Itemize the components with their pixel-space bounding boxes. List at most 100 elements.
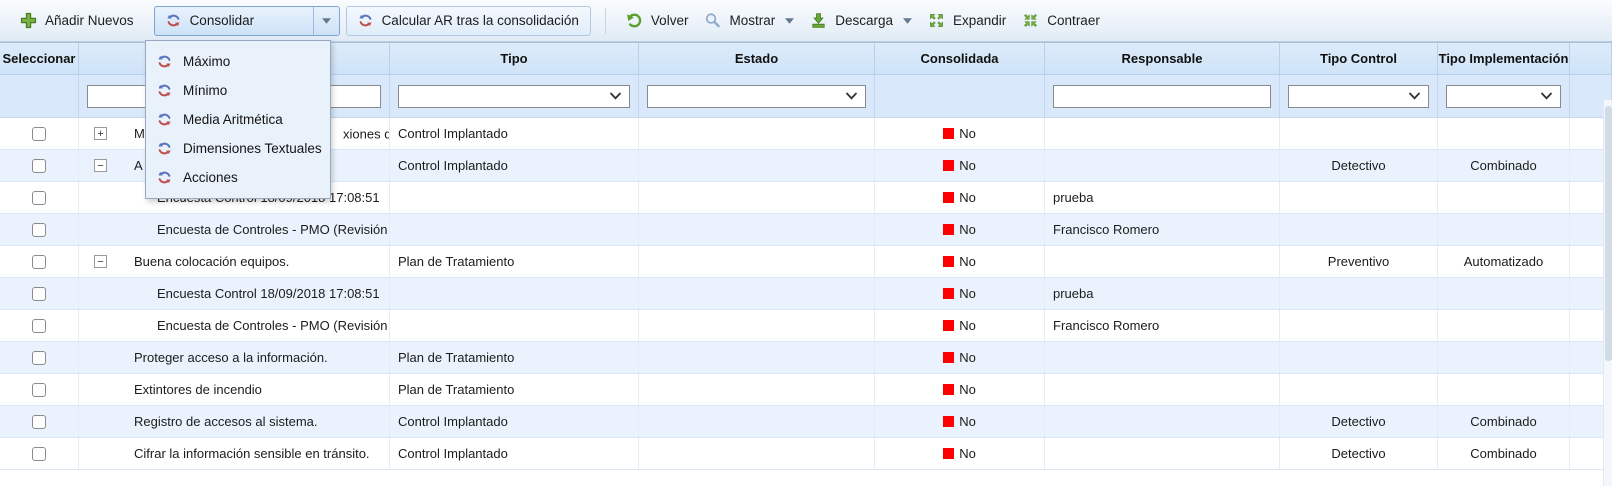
cell-consolidada: No (875, 278, 1045, 309)
download-button[interactable]: Descarga (802, 7, 920, 34)
select-chevron-icon (1540, 92, 1553, 100)
row-name: Extintores de incendio (134, 382, 262, 397)
cell-estado (639, 214, 875, 245)
cell-tipo: Plan de Tratamiento (390, 246, 639, 277)
consolidate-sync-icon (166, 13, 181, 28)
consolidada-value: No (959, 190, 976, 205)
row-checkbox[interactable] (32, 447, 46, 461)
consolidate-menu-item[interactable]: Máximo (146, 47, 330, 76)
expand-toggle[interactable]: − (94, 159, 107, 172)
select-chevron-icon (845, 92, 858, 100)
show-button[interactable]: Mostrar (696, 7, 802, 34)
cell-tipo_control (1280, 182, 1438, 213)
row-checkbox[interactable] (32, 319, 46, 333)
cell-responsable (1045, 374, 1280, 405)
consolidada-indicator (943, 448, 954, 459)
column-header-spacer (1570, 43, 1612, 74)
cell-estado (639, 246, 875, 277)
tipo-value: Plan de Tratamiento (398, 254, 514, 269)
row-name: Encuesta de Controles - PMO (Revisión (157, 318, 387, 333)
cell-consolidada: No (875, 118, 1045, 149)
row-checkbox[interactable] (32, 415, 46, 429)
consolidate-sync-icon (157, 112, 172, 127)
cell-name: Proteger acceso a la información. (79, 342, 390, 373)
row-checkbox[interactable] (32, 223, 46, 237)
cell-estado (639, 342, 875, 373)
consolidada-indicator (943, 416, 954, 427)
tipo_impl-value: Automatizado (1464, 254, 1544, 269)
back-button[interactable]: Volver (618, 7, 697, 34)
toolbar: Añadir Nuevos Consolidar Calcular AR tra… (0, 0, 1612, 42)
tipo_impl-filter-select[interactable] (1446, 85, 1561, 108)
cell-select (0, 438, 79, 469)
consolidate-menu-item[interactable]: Mínimo (146, 76, 330, 105)
calculate-ar-label: Calcular AR tras la consolidación (382, 13, 579, 28)
cell-consolidada: No (875, 406, 1045, 437)
row-checkbox[interactable] (32, 255, 46, 269)
table-row: Cifrar la información sensible en tránsi… (0, 438, 1612, 470)
collapse-button[interactable]: Contraer (1014, 7, 1108, 34)
back-label: Volver (651, 13, 689, 28)
dropdown-arrow-icon (322, 18, 331, 24)
column-header-responsable: Responsable (1045, 43, 1280, 74)
cell-tipo (390, 310, 639, 341)
table-row: Encuesta de Controles - PMO (RevisiónNoF… (0, 214, 1612, 246)
row-checkbox[interactable] (32, 127, 46, 141)
cell-responsable: prueba (1045, 182, 1280, 213)
collapse-label: Contraer (1047, 13, 1100, 28)
cell-estado (639, 438, 875, 469)
calculate-ar-button[interactable]: Calcular AR tras la consolidación (346, 6, 591, 36)
cell-tipo_impl: Combinado (1438, 150, 1570, 181)
consolidada-value: No (959, 222, 976, 237)
cell-responsable (1045, 406, 1280, 437)
consolidate-dropdown-arrow[interactable] (313, 7, 339, 35)
row-checkbox[interactable] (32, 191, 46, 205)
cell-tipo_control (1280, 342, 1438, 373)
row-checkbox[interactable] (32, 287, 46, 301)
tipo_control-filter-select[interactable] (1288, 85, 1429, 108)
cell-estado (639, 278, 875, 309)
scrollbar-thumb[interactable] (1605, 106, 1612, 361)
calculate-sync-icon (358, 13, 373, 28)
consolidate-menu-item[interactable]: Acciones (146, 163, 330, 192)
cell-name: Cifrar la información sensible en tránsi… (79, 438, 390, 469)
cell-select (0, 342, 79, 373)
row-name: A (134, 158, 143, 173)
cell-select (0, 406, 79, 437)
consolidate-button[interactable]: Consolidar (155, 7, 313, 35)
cell-responsable (1045, 246, 1280, 277)
consolidate-menu-item[interactable]: Media Aritmética (146, 105, 330, 134)
responsable-filter-input[interactable] (1053, 85, 1271, 108)
cell-tipo_control: Preventivo (1280, 246, 1438, 277)
consolidada-indicator (943, 192, 954, 203)
consolidate-split-button: Consolidar (154, 6, 340, 36)
expand-toggle[interactable]: − (94, 255, 107, 268)
estado-filter-select[interactable] (647, 85, 866, 108)
menu-item-label: Acciones (183, 170, 238, 185)
consolidate-menu-item[interactable]: Dimensiones Textuales (146, 134, 330, 163)
expand-toggle[interactable]: + (94, 127, 107, 140)
tipo-value: Control Implantado (398, 414, 508, 429)
row-checkbox[interactable] (32, 383, 46, 397)
cell-name: Encuesta Control 18/09/2018 17:08:51 (79, 278, 390, 309)
show-dropdown-arrow-icon[interactable] (785, 18, 794, 24)
menu-item-label: Máximo (183, 54, 230, 69)
expand-button[interactable]: Expandir (920, 7, 1014, 34)
filter-cell-tipo_control (1280, 75, 1438, 117)
vertical-scrollbar[interactable] (1603, 100, 1612, 486)
menu-item-label: Dimensiones Textuales (183, 141, 322, 156)
tipo-filter-select[interactable] (398, 85, 630, 108)
row-checkbox[interactable] (32, 351, 46, 365)
download-dropdown-arrow-icon[interactable] (903, 18, 912, 24)
cell-consolidada: No (875, 310, 1045, 341)
consolidada-value: No (959, 382, 976, 397)
tipo_impl-value: Combinado (1470, 158, 1537, 173)
tipo_control-value: Detectivo (1331, 446, 1385, 461)
cell-responsable: prueba (1045, 278, 1280, 309)
row-checkbox[interactable] (32, 159, 46, 173)
row-name: Registro de accesos al sistema. (134, 414, 318, 429)
tipo_control-value: Preventivo (1328, 254, 1389, 269)
add-new-button[interactable]: Añadir Nuevos (12, 7, 142, 34)
consolidada-indicator (943, 160, 954, 171)
responsable-value: Francisco Romero (1053, 222, 1159, 237)
